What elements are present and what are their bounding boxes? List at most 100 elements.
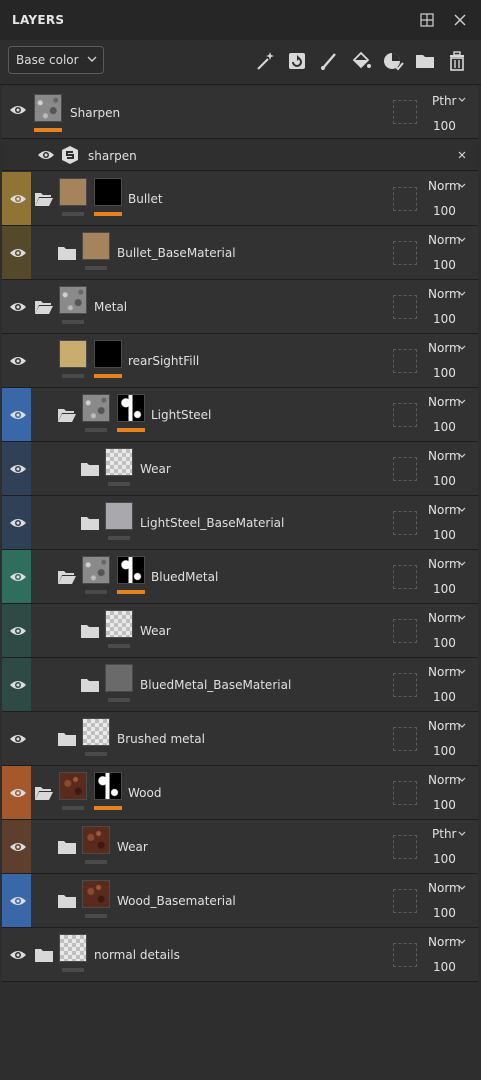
blend-mode[interactable]: Pthr bbox=[432, 827, 456, 841]
blend-preview[interactable] bbox=[393, 565, 417, 589]
layer-name[interactable]: rearSightFill bbox=[128, 354, 199, 368]
opacity-value[interactable]: 100 bbox=[433, 258, 456, 272]
chevron-down-icon[interactable] bbox=[458, 291, 466, 296]
layer-name[interactable]: Sharpen bbox=[70, 106, 120, 120]
layer-name[interactable]: Wear bbox=[140, 624, 171, 638]
folder-open-icon[interactable] bbox=[34, 785, 54, 801]
opacity-value[interactable]: 100 bbox=[433, 204, 456, 218]
folder-icon[interactable] bbox=[57, 731, 77, 747]
blend-mode[interactable]: Norm bbox=[428, 341, 461, 355]
folder-icon[interactable] bbox=[80, 623, 100, 639]
opacity-value[interactable]: 100 bbox=[433, 690, 456, 704]
eye-icon[interactable] bbox=[9, 301, 27, 313]
layer-row[interactable]: Bullet Norm 100 bbox=[2, 172, 478, 226]
blend-mode[interactable]: Pthr bbox=[432, 94, 456, 108]
eye-icon[interactable] bbox=[9, 355, 27, 367]
blend-preview[interactable] bbox=[393, 349, 417, 373]
blend-preview[interactable] bbox=[393, 457, 417, 481]
layer-thumbnail[interactable] bbox=[82, 232, 110, 260]
close-icon[interactable] bbox=[458, 151, 466, 159]
blend-preview[interactable] bbox=[393, 673, 417, 697]
smart-mask-icon[interactable] bbox=[382, 50, 404, 72]
opacity-value[interactable]: 100 bbox=[433, 744, 456, 758]
blend-mode[interactable]: Norm bbox=[428, 503, 461, 517]
mask-thumbnail[interactable] bbox=[94, 340, 122, 368]
blend-preview[interactable] bbox=[393, 241, 417, 265]
chevron-down-icon[interactable] bbox=[458, 723, 466, 728]
layer-thumbnail[interactable] bbox=[105, 610, 133, 638]
blend-mode[interactable]: Norm bbox=[428, 449, 461, 463]
blend-mode[interactable]: Norm bbox=[428, 881, 461, 895]
chevron-down-icon[interactable] bbox=[458, 183, 466, 188]
blend-preview[interactable] bbox=[393, 187, 417, 211]
opacity-value[interactable]: 100 bbox=[433, 312, 456, 326]
paint-brush-icon[interactable] bbox=[318, 50, 340, 72]
chevron-down-icon[interactable] bbox=[458, 237, 466, 242]
mask-thumbnail[interactable] bbox=[94, 178, 122, 206]
eye-icon[interactable] bbox=[9, 104, 27, 116]
opacity-value[interactable]: 100 bbox=[433, 528, 456, 542]
opacity-value[interactable]: 100 bbox=[433, 582, 456, 596]
eye-icon[interactable] bbox=[9, 949, 27, 961]
layer-row[interactable]: Wood_Basematerial Norm 100 bbox=[2, 874, 478, 928]
blend-mode[interactable]: Norm bbox=[428, 287, 461, 301]
folder-icon[interactable] bbox=[57, 893, 77, 909]
blend-mode[interactable]: Norm bbox=[428, 719, 461, 733]
effect-row[interactable]: sharpen bbox=[2, 140, 478, 171]
blend-preview[interactable] bbox=[393, 781, 417, 805]
eye-icon[interactable] bbox=[9, 247, 27, 259]
blend-mode[interactable]: Norm bbox=[428, 665, 461, 679]
opacity-value[interactable]: 100 bbox=[433, 960, 456, 974]
layer-row[interactable]: LightSteel_BaseMaterial Norm 100 bbox=[2, 496, 478, 550]
blend-preview[interactable] bbox=[393, 727, 417, 751]
blend-preview[interactable] bbox=[393, 943, 417, 967]
add-filter-icon[interactable] bbox=[286, 50, 308, 72]
layer-thumbnail[interactable] bbox=[34, 94, 62, 122]
maximize-icon[interactable] bbox=[418, 11, 436, 29]
eye-icon[interactable] bbox=[37, 149, 55, 161]
layer-row[interactable]: BluedMetal_BaseMaterial Norm 100 bbox=[2, 658, 478, 712]
effect-name[interactable]: sharpen bbox=[88, 149, 137, 163]
layer-name[interactable]: Bullet_BaseMaterial bbox=[117, 246, 236, 260]
folder-icon[interactable] bbox=[34, 947, 54, 963]
eye-icon[interactable] bbox=[9, 625, 27, 637]
chevron-down-icon[interactable] bbox=[458, 777, 466, 782]
mask-thumbnail[interactable] bbox=[117, 556, 145, 584]
layer-name[interactable]: BluedMetal bbox=[151, 570, 218, 584]
eye-icon[interactable] bbox=[9, 895, 27, 907]
blend-preview[interactable] bbox=[393, 835, 417, 859]
eye-icon[interactable] bbox=[9, 409, 27, 421]
blend-mode[interactable]: Norm bbox=[428, 395, 461, 409]
folder-icon[interactable] bbox=[80, 515, 100, 531]
blend-mode[interactable]: Norm bbox=[428, 611, 461, 625]
opacity-value[interactable]: 100 bbox=[433, 420, 456, 434]
chevron-down-icon[interactable] bbox=[458, 831, 466, 836]
layer-row[interactable]: Wear Norm 100 bbox=[2, 442, 478, 496]
opacity-value[interactable]: 100 bbox=[433, 119, 456, 133]
folder-icon[interactable] bbox=[80, 461, 100, 477]
opacity-value[interactable]: 100 bbox=[433, 852, 456, 866]
opacity-value[interactable]: 100 bbox=[433, 636, 456, 650]
folder-open-icon[interactable] bbox=[57, 569, 77, 585]
layer-thumbnail[interactable] bbox=[105, 448, 133, 476]
channel-dropdown[interactable]: Base color bbox=[8, 46, 104, 74]
chevron-down-icon[interactable] bbox=[458, 507, 466, 512]
layer-name[interactable]: LightSteel bbox=[151, 408, 211, 422]
blend-preview[interactable] bbox=[393, 295, 417, 319]
layer-row[interactable]: Wood Norm 100 bbox=[2, 766, 478, 820]
blend-mode[interactable]: Norm bbox=[428, 179, 461, 193]
blend-preview[interactable] bbox=[393, 619, 417, 643]
blend-mode[interactable]: Norm bbox=[428, 557, 461, 571]
layer-row[interactable]: normal details Norm 100 bbox=[2, 928, 478, 982]
blend-preview[interactable] bbox=[393, 511, 417, 535]
blend-preview[interactable] bbox=[393, 889, 417, 913]
layer-row[interactable]: Bullet_BaseMaterial Norm 100 bbox=[2, 226, 478, 280]
layer-thumbnail[interactable] bbox=[82, 880, 110, 908]
layer-row[interactable]: Sharpen Pthr 100 bbox=[2, 86, 478, 139]
opacity-value[interactable]: 100 bbox=[433, 474, 456, 488]
opacity-value[interactable]: 100 bbox=[433, 906, 456, 920]
layer-row[interactable]: Wear Norm 100 bbox=[2, 604, 478, 658]
chevron-down-icon[interactable] bbox=[458, 97, 466, 102]
eye-icon[interactable] bbox=[9, 517, 27, 529]
layer-row[interactable]: Metal Norm 100 bbox=[2, 280, 478, 334]
